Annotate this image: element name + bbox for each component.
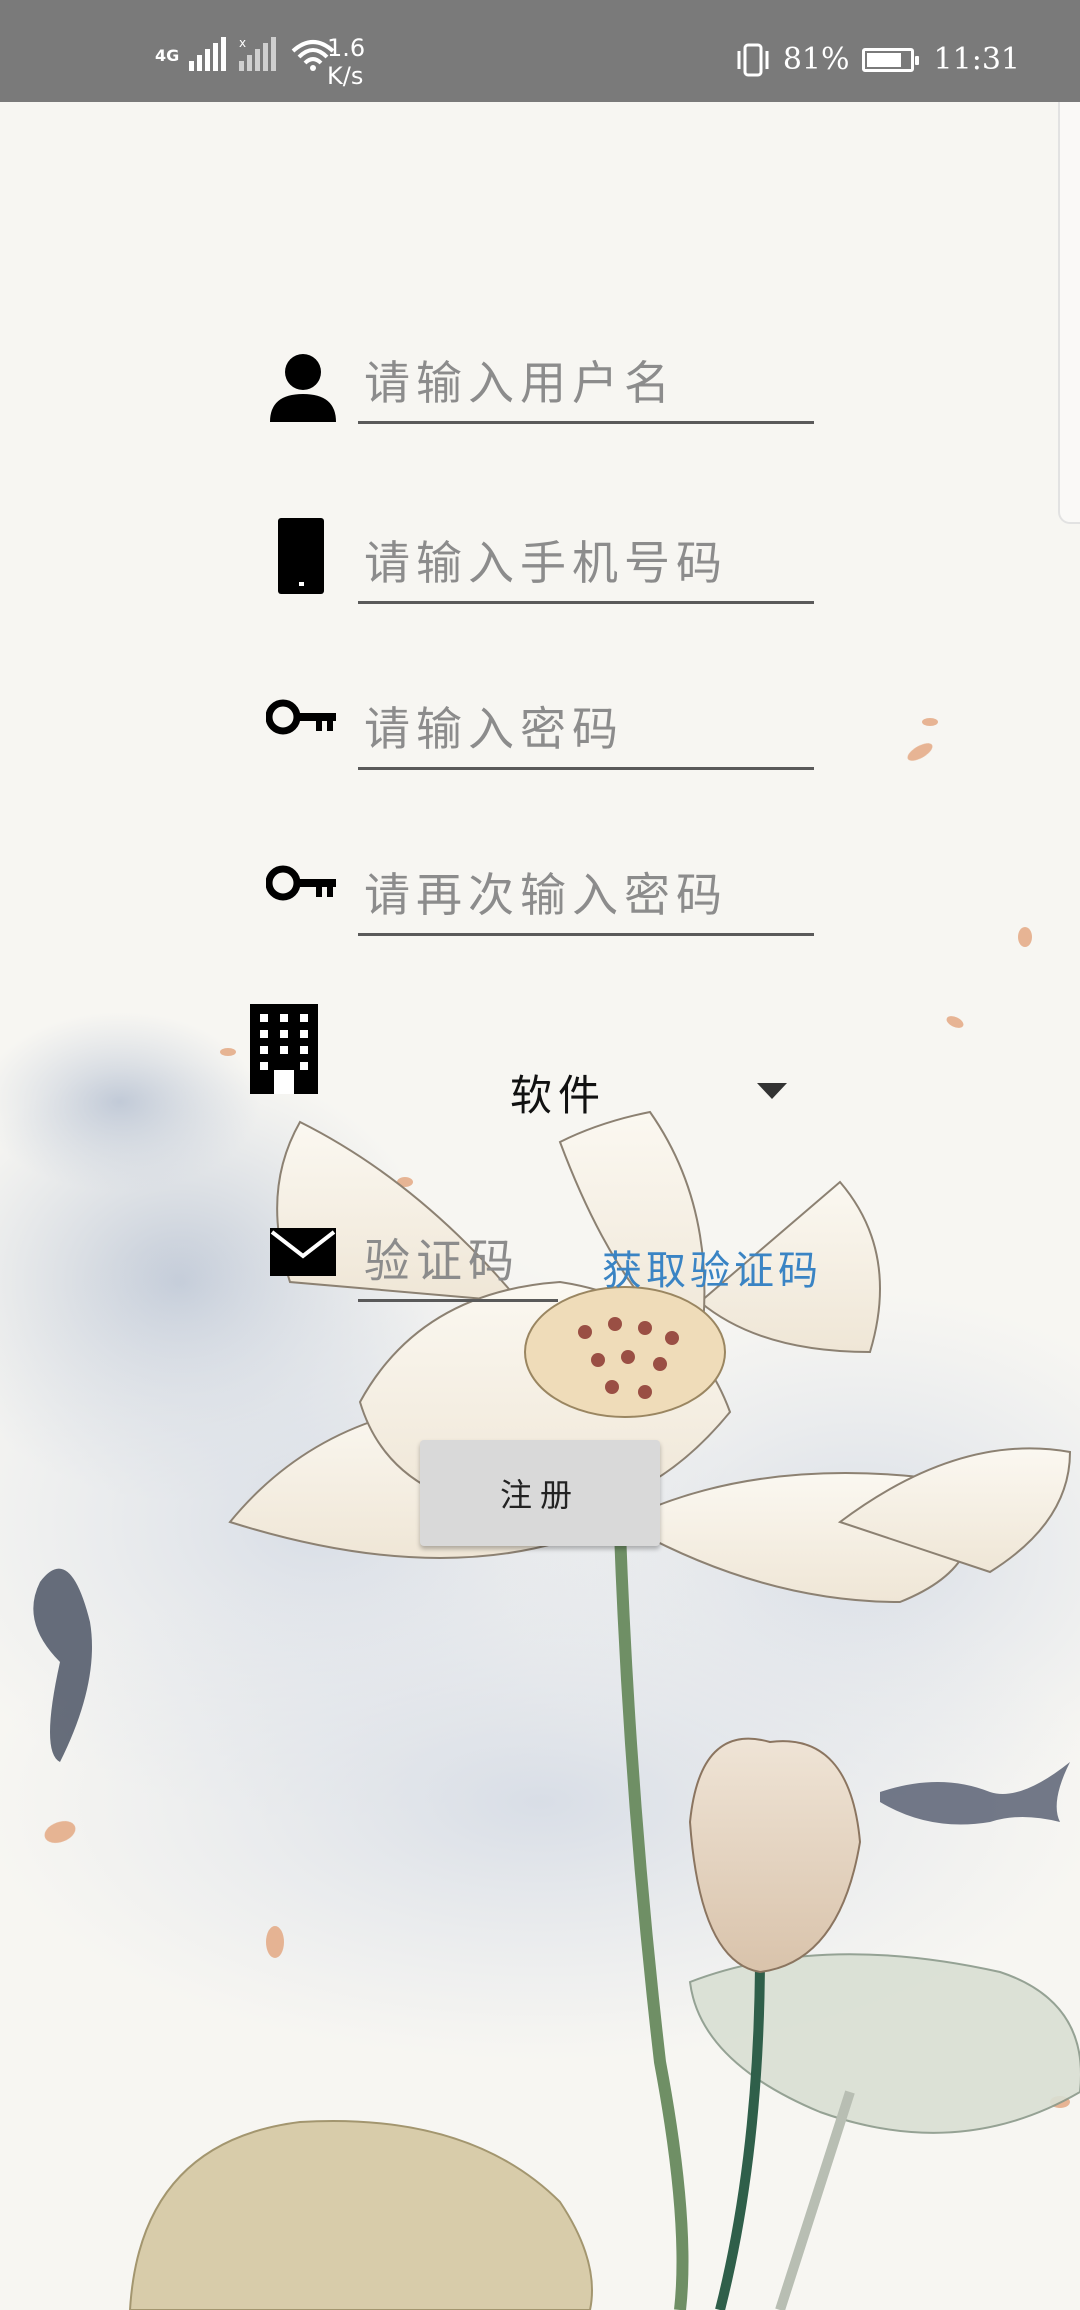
username-input[interactable] — [358, 344, 814, 424]
building-icon — [250, 1004, 318, 1094]
battery-icon — [861, 47, 919, 72]
department-selected-value: 软件 — [510, 1071, 607, 1120]
get-code-button[interactable]: 获取验证码 — [602, 1238, 822, 1296]
dropdown-arrow-icon — [757, 1083, 787, 1099]
key-icon-confirm — [266, 865, 336, 901]
status-bar: 4G x 1.6 K/s 81% 11:31 — [0, 0, 1080, 102]
signal-group: 4G x — [155, 30, 337, 80]
register-button[interactable]: 注册 — [420, 1440, 660, 1546]
network-speed-unit: K/s — [327, 62, 364, 90]
lotus-background-illustration — [0, 102, 1080, 2310]
vibrate-icon — [737, 43, 769, 76]
verification-code-input[interactable] — [358, 1222, 558, 1302]
right-edge-panel — [1058, 102, 1080, 524]
register-screen: 4G x 1.6 K/s 81% 11:31 请输入用户名 请输入手机号码 软件… — [0, 0, 1080, 2310]
phone-input[interactable] — [358, 524, 814, 604]
key-icon — [266, 699, 336, 735]
battery-percent: 81% — [782, 42, 850, 77]
svg-text:x: x — [239, 37, 246, 50]
clock-time: 11:31 — [933, 42, 1020, 77]
password-input[interactable] — [358, 690, 814, 770]
mail-icon — [270, 1228, 336, 1276]
phone-icon — [278, 518, 324, 594]
status-right-group: 81% 11:31 — [735, 42, 1020, 77]
network-speed: 1.6 K/s — [327, 34, 365, 90]
battery-level-fill — [866, 52, 901, 67]
network-speed-value: 1.6 — [327, 34, 366, 62]
user-icon — [270, 354, 336, 422]
confirm-password-input[interactable] — [358, 856, 814, 936]
signal-strength-icon-sim2: x — [239, 37, 277, 71]
network-type-label: 4G — [155, 45, 180, 65]
signal-strength-icon — [189, 37, 227, 71]
